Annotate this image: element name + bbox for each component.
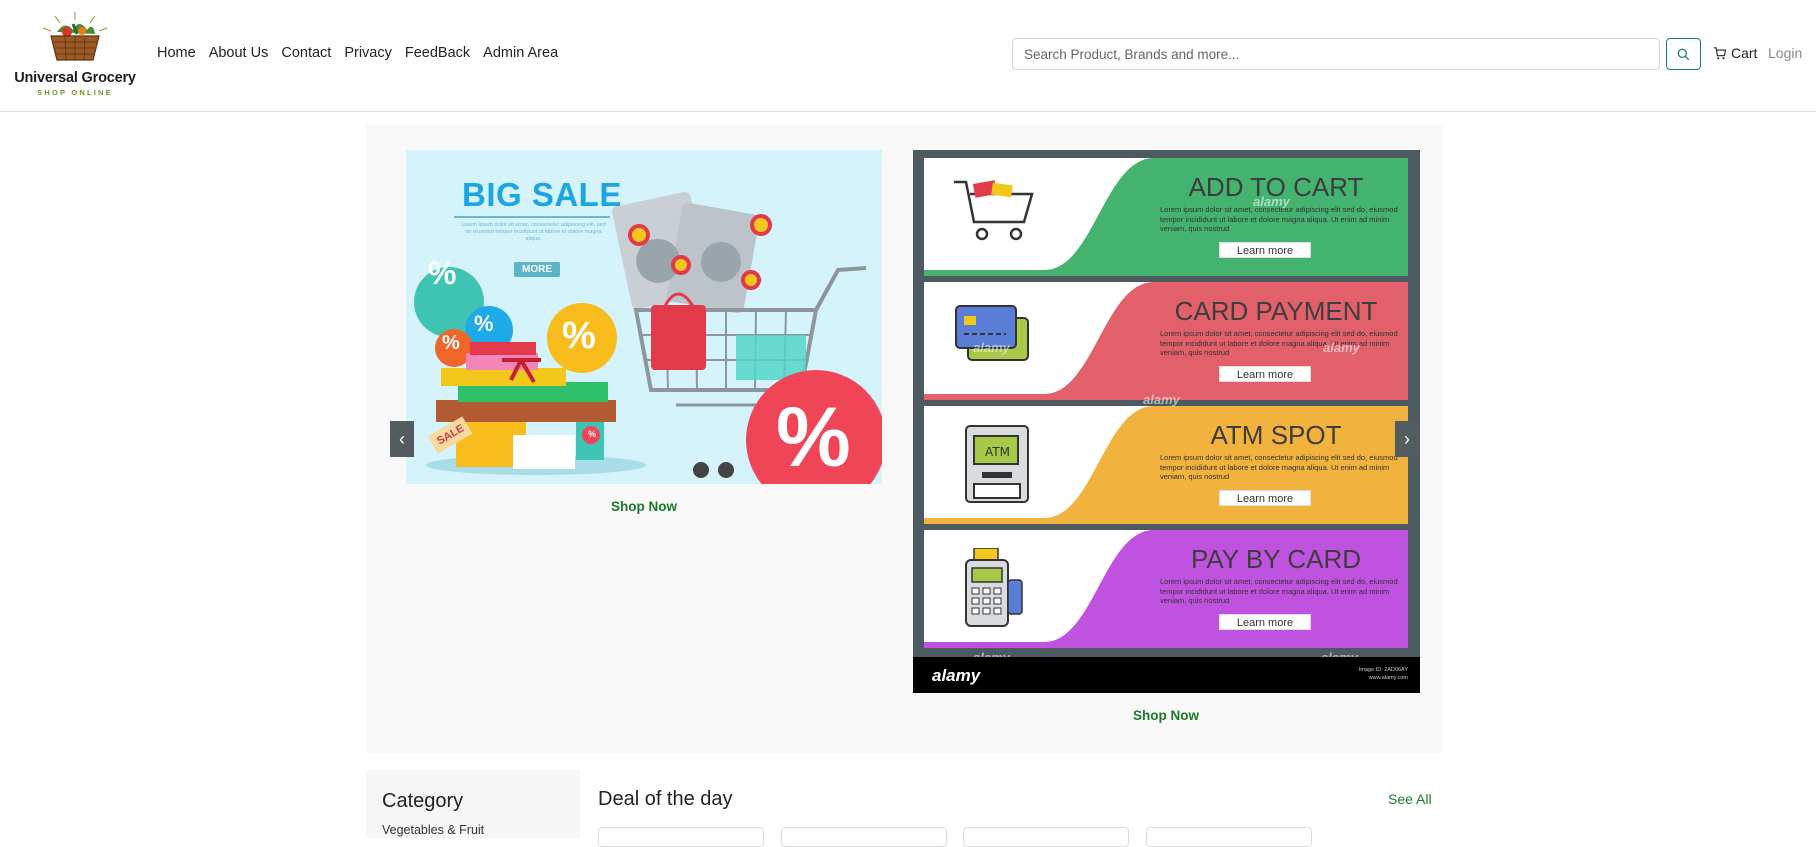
- search-button[interactable]: [1666, 38, 1701, 70]
- search-input[interactable]: [1012, 38, 1660, 70]
- payment-banner[interactable]: ADD TO CART Lorem ipsum dolor sit amet, …: [913, 150, 1420, 693]
- deal-card[interactable]: [963, 827, 1129, 847]
- card-terminal-icon: [965, 548, 1023, 627]
- atm-icon: ATM: [965, 425, 1029, 503]
- category-item[interactable]: Vegetables & Fruit: [382, 823, 484, 837]
- hero-carousel: BIG SALE Lorem ipsum dolor sit amet, con…: [366, 125, 1443, 753]
- nav-about-us[interactable]: About Us: [209, 45, 269, 61]
- nav-admin-area[interactable]: Admin Area: [483, 45, 558, 61]
- nav-feedback[interactable]: FeedBack: [405, 45, 470, 61]
- learn-more-button: Learn more: [1219, 242, 1311, 258]
- deal-of-the-day-title: Deal of the day: [598, 788, 733, 810]
- percent-mark: %: [474, 311, 494, 336]
- strip-text: Lorem ipsum dolor sit amet, consectetur …: [1160, 577, 1398, 605]
- credit-card-icon: [955, 305, 1029, 361]
- card-payment-strip: CARD PAYMENT Lorem ipsum dolor sit amet,…: [924, 282, 1408, 400]
- cart-label: Cart: [1731, 45, 1758, 61]
- nav-home[interactable]: Home: [157, 45, 196, 61]
- deal-card[interactable]: [1146, 827, 1312, 847]
- cart-link[interactable]: Cart: [1713, 45, 1757, 61]
- big-sale-banner[interactable]: BIG SALE Lorem ipsum dolor sit amet, con…: [406, 150, 882, 484]
- alamy-logo: alamy: [932, 666, 981, 685]
- percent-mark: %: [562, 315, 596, 357]
- basket-logo-icon: [42, 12, 108, 61]
- learn-more-button: Learn more: [1219, 614, 1311, 630]
- percent-mark: %: [776, 390, 851, 484]
- cart-icon: [1713, 46, 1727, 59]
- nav-privacy[interactable]: Privacy: [344, 45, 392, 61]
- carousel-next-button[interactable]: ›: [1395, 421, 1419, 457]
- image-id: Image ID: 2AD06AY: [1358, 667, 1408, 673]
- main-nav: Home About Us Contact Privacy FeedBack A…: [157, 45, 571, 61]
- carousel-prev-button[interactable]: ‹: [390, 421, 414, 457]
- category-panel: Category Vegetables & Fruit: [366, 770, 580, 838]
- brand-title: Universal Grocery: [14, 70, 136, 86]
- atm-spot-strip: ATM ATM SPOT Lorem ipsum dolor sit amet,…: [924, 406, 1408, 524]
- strip-text: Lorem ipsum dolor sit amet, consectetur …: [1160, 453, 1398, 481]
- deal-card[interactable]: [598, 827, 764, 847]
- shop-now-link[interactable]: Shop Now: [611, 499, 677, 514]
- pay-by-card-strip: PAY BY CARD Lorem ipsum dolor sit amet, …: [924, 530, 1408, 648]
- see-all-link[interactable]: See All: [1388, 791, 1432, 807]
- nav-contact[interactable]: Contact: [281, 45, 331, 61]
- navbar: Universal Grocery SHOP ONLINE Home About…: [0, 0, 1816, 112]
- category-title: Category: [382, 790, 464, 812]
- learn-more-button: Learn more: [1219, 366, 1311, 382]
- svg-text:ATM: ATM: [985, 445, 1010, 459]
- strip-title: PAY BY CARD: [1190, 544, 1362, 574]
- add-to-cart-strip: ADD TO CART Lorem ipsum dolor sit amet, …: [924, 158, 1408, 276]
- strip-text: Lorem ipsum dolor sit amet, consectetur …: [1160, 205, 1398, 233]
- strip-title: ADD TO CART: [1188, 172, 1364, 202]
- brand-logo[interactable]: Universal Grocery SHOP ONLINE: [8, 10, 142, 97]
- percent-mark: %: [428, 255, 457, 291]
- strip-title: ATM SPOT: [1210, 420, 1342, 450]
- strip-text: Lorem ipsum dolor sit amet, consectetur …: [1160, 329, 1398, 357]
- deal-card[interactable]: [781, 827, 947, 847]
- search-icon: [1677, 48, 1690, 60]
- percent-mark: %: [442, 332, 460, 354]
- stock-footer: alamy Image ID: 2AD06AY www.alamy.com: [913, 657, 1420, 693]
- shopping-cart-icon: [954, 180, 1034, 241]
- brand-subtitle: SHOP ONLINE: [37, 88, 113, 97]
- learn-more-button: Learn more: [1219, 490, 1311, 506]
- site-url: www.alamy.com: [1368, 675, 1408, 681]
- strip-title: CARD PAYMENT: [1174, 296, 1378, 326]
- shop-now-link[interactable]: Shop Now: [1133, 708, 1199, 723]
- percent-mark: %: [588, 429, 597, 439]
- login-link[interactable]: Login: [1768, 45, 1802, 61]
- image-meta: Image ID: 2AD06AY www.alamy.com: [1359, 666, 1408, 682]
